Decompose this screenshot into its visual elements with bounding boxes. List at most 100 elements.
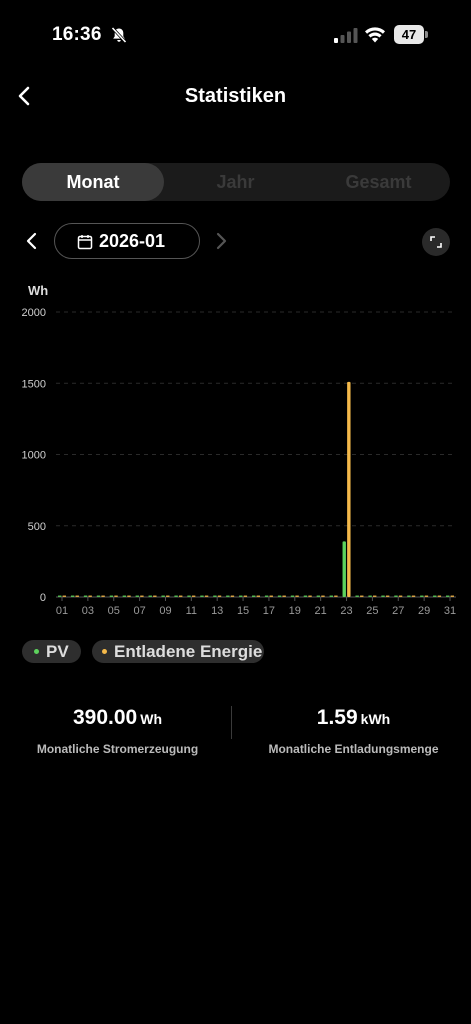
x-tick-label: 05: [108, 605, 120, 617]
stats-divider: [231, 706, 232, 739]
bar-pv: [316, 595, 321, 597]
x-tick-label: 07: [133, 605, 145, 617]
bar-pv: [226, 595, 230, 597]
wifi-icon: [365, 27, 385, 43]
bar-entladene-energie: [230, 595, 235, 597]
bar-entladene-energie: [411, 595, 416, 597]
x-tick-label: 21: [315, 605, 327, 617]
x-tick-label: 13: [211, 605, 223, 617]
x-tick-label: 25: [366, 605, 378, 617]
bar-pv: [239, 595, 243, 597]
bar-entladene-energie: [437, 595, 442, 597]
bar-entladene-energie: [282, 595, 286, 597]
bar-pv: [394, 595, 398, 597]
bar-pv: [174, 595, 178, 597]
bar-entladene-energie: [75, 595, 79, 597]
bar-entladene-energie: [334, 595, 338, 597]
x-tick-label: 11: [186, 605, 197, 617]
next-month-icon[interactable]: [211, 229, 231, 253]
bar-entladene-energie: [243, 595, 248, 597]
bar-entladene-energie: [424, 595, 429, 597]
bar-entladene-energie: [269, 595, 273, 597]
energy-dot-icon: [102, 649, 107, 654]
bar-entladene-energie: [127, 595, 131, 597]
tab-total[interactable]: Gesamt: [307, 163, 450, 201]
date-picker-button[interactable]: 2026-01: [54, 223, 200, 259]
bar-entladene-energie: [450, 595, 454, 597]
bar-pv: [70, 595, 75, 597]
chart-unit-label: Wh: [28, 283, 49, 298]
x-tick-label: 09: [159, 605, 171, 617]
bar-pv: [407, 595, 411, 597]
bar-entladene-energie: [373, 595, 377, 597]
generation-value: 390.00: [73, 706, 138, 729]
bar-pv: [277, 595, 282, 597]
bar-pv: [109, 595, 114, 597]
calendar-icon: [77, 235, 93, 250]
bar-entladene-energie: [191, 595, 196, 597]
bar-pv: [58, 595, 62, 597]
bar-pv: [264, 595, 269, 597]
legend-pv-label: PV: [46, 641, 69, 661]
bar-entladene-energie: [347, 381, 351, 597]
bar-chart: 0 500 1000 1500 2000 01 03 05 07 09 11 13 15 17 19 21 23…: [22, 307, 457, 617]
bar-entladene-energie: [398, 595, 403, 597]
y-tick-label: 500: [28, 521, 46, 533]
status-bar: 16:36 47: [0, 0, 471, 60]
bar-entladene-energie: [179, 595, 183, 597]
bar-entladene-energie: [385, 595, 390, 597]
monthly-generation-stat: 390.00 Wh Monatliche Stromerzeugung: [0, 706, 235, 756]
bar-entladene-energie: [140, 595, 144, 597]
bar-pv: [355, 595, 359, 597]
bar-entladene-energie: [62, 595, 66, 597]
generation-caption: Monatliche Stromerzeugung: [36, 742, 199, 756]
battery-indicator: 47: [394, 25, 428, 44]
bar-pv: [187, 595, 191, 597]
bar-entladene-energie: [101, 595, 105, 597]
bar-entladene-energie: [88, 595, 92, 597]
previous-month-icon[interactable]: [22, 229, 42, 253]
bar-entladene-energie: [321, 595, 325, 597]
bar-pv: [303, 595, 308, 597]
monthly-discharge-stat: 1.59 kWh Monatliche Entladungsmenge: [236, 706, 471, 756]
bar-entladene-energie: [308, 595, 312, 597]
bar-pv: [148, 595, 152, 597]
status-time: 16:36: [52, 24, 102, 45]
x-tick-label: 29: [418, 605, 430, 617]
bar-pv: [122, 595, 127, 597]
y-tick-label: 1000: [22, 450, 46, 462]
bar-pv: [200, 595, 204, 597]
legend-energy-label: Entladene Energie: [114, 641, 263, 661]
bell-muted-icon: [111, 26, 127, 44]
bar-pv: [96, 595, 101, 597]
bar-pv: [161, 595, 165, 597]
legend-pv[interactable]: PV: [22, 640, 81, 663]
y-tick-label: 1500: [22, 378, 46, 390]
bar-pv: [342, 541, 346, 597]
selected-date: 2026-01: [99, 231, 166, 251]
bar-pv: [433, 595, 437, 597]
discharge-caption: Monatliche Entladungsmenge: [268, 742, 439, 756]
tab-month[interactable]: Monat: [22, 163, 164, 201]
y-tick-label: 2000: [22, 307, 46, 319]
bar-pv: [420, 595, 424, 597]
bar-entladene-energie: [256, 595, 260, 597]
bar-pv: [290, 595, 295, 597]
y-tick-label: 0: [40, 592, 46, 604]
x-tick-label: 17: [263, 605, 275, 617]
bar-entladene-energie: [217, 595, 222, 597]
bar-entladene-energie: [204, 595, 209, 597]
tab-year[interactable]: Jahr: [164, 163, 307, 201]
bar-pv: [446, 595, 450, 597]
bar-pv: [135, 595, 139, 597]
discharge-unit: kWh: [360, 711, 391, 727]
legend-discharged-energy[interactable]: Entladene Energie: [92, 640, 264, 663]
bar-entladene-energie: [295, 595, 299, 597]
fullscreen-icon[interactable]: [422, 228, 450, 256]
bar-pv: [83, 595, 88, 597]
x-tick-label: 03: [82, 605, 94, 617]
bar-pv: [213, 595, 217, 597]
discharge-value: 1.59: [316, 706, 358, 729]
bar-entladene-energie: [360, 595, 364, 597]
period-tabs: Monat Jahr Gesamt: [22, 163, 450, 201]
